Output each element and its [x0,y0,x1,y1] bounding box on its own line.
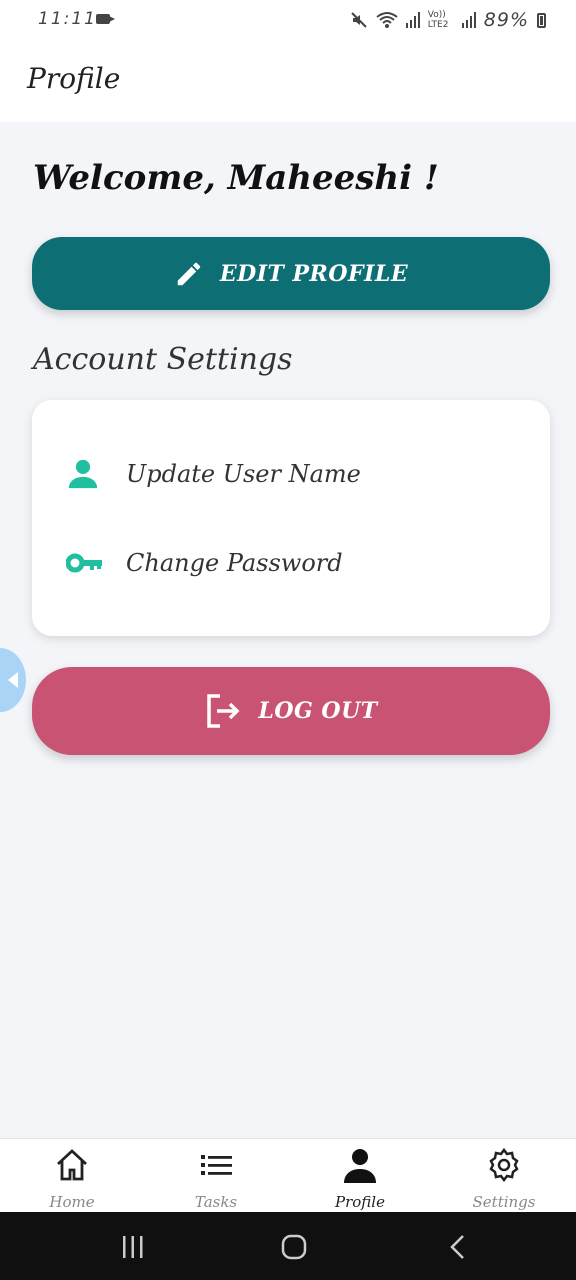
status-bar: 11:11 Vo)) LTE2 89% [0,0,576,40]
update-user-name-label: Update User Name [126,460,361,488]
key-icon [66,553,102,573]
person-icon [344,1149,376,1183]
network-label: Vo)) LTE2 [427,10,449,30]
floating-edge-bubble[interactable] [0,648,26,712]
account-settings-card: Update User Name Change Password [32,400,550,636]
nav-settings[interactable]: Settings [432,1139,576,1213]
list-icon [201,1155,232,1175]
wifi-icon [376,12,398,28]
status-time: 11:11 [38,9,97,29]
edit-profile-label: EDIT PROFILE [219,260,409,287]
home-button-icon[interactable] [281,1234,307,1260]
bubble-arrow-icon [8,672,18,688]
edit-profile-button[interactable]: EDIT PROFILE [32,237,550,310]
logout-button[interactable]: LOG OUT [32,667,550,755]
bottom-nav: Home Tasks Profile Settings [0,1138,576,1213]
home-icon [57,1149,87,1181]
recent-apps-icon[interactable] [120,1234,146,1260]
back-icon[interactable] [446,1234,472,1260]
account-settings-title: Account Settings [33,342,293,377]
nav-home[interactable]: Home [0,1139,144,1213]
app-bar: Profile [0,40,576,122]
pencil-icon [177,262,201,285]
change-password-item[interactable]: Change Password [32,533,550,593]
signal-icon [405,12,420,28]
video-camera-icon [96,14,115,24]
nav-profile-label: Profile [335,1193,385,1211]
change-password-label: Change Password [126,549,343,577]
mute-icon [351,12,367,28]
welcome-text: Welcome, Maheeshi ! [33,158,439,198]
logout-label: LOG OUT [258,698,378,724]
nav-tasks-label: Tasks [194,1193,238,1211]
logout-icon [207,694,240,728]
battery-percent: 89% [483,9,529,31]
update-user-name-item[interactable]: Update User Name [32,444,550,504]
user-icon [68,459,98,489]
battery-icon [537,12,546,28]
nav-tasks[interactable]: Tasks [144,1139,288,1213]
nav-home-label: Home [49,1193,95,1211]
gear-icon [489,1147,519,1183]
page-title: Profile [27,62,121,95]
status-icons: Vo)) LTE2 89% [350,9,546,31]
system-navigation-bar [0,1212,576,1280]
signal-icon-2 [461,12,476,28]
nav-settings-label: Settings [472,1193,536,1211]
nav-profile[interactable]: Profile [288,1139,432,1213]
